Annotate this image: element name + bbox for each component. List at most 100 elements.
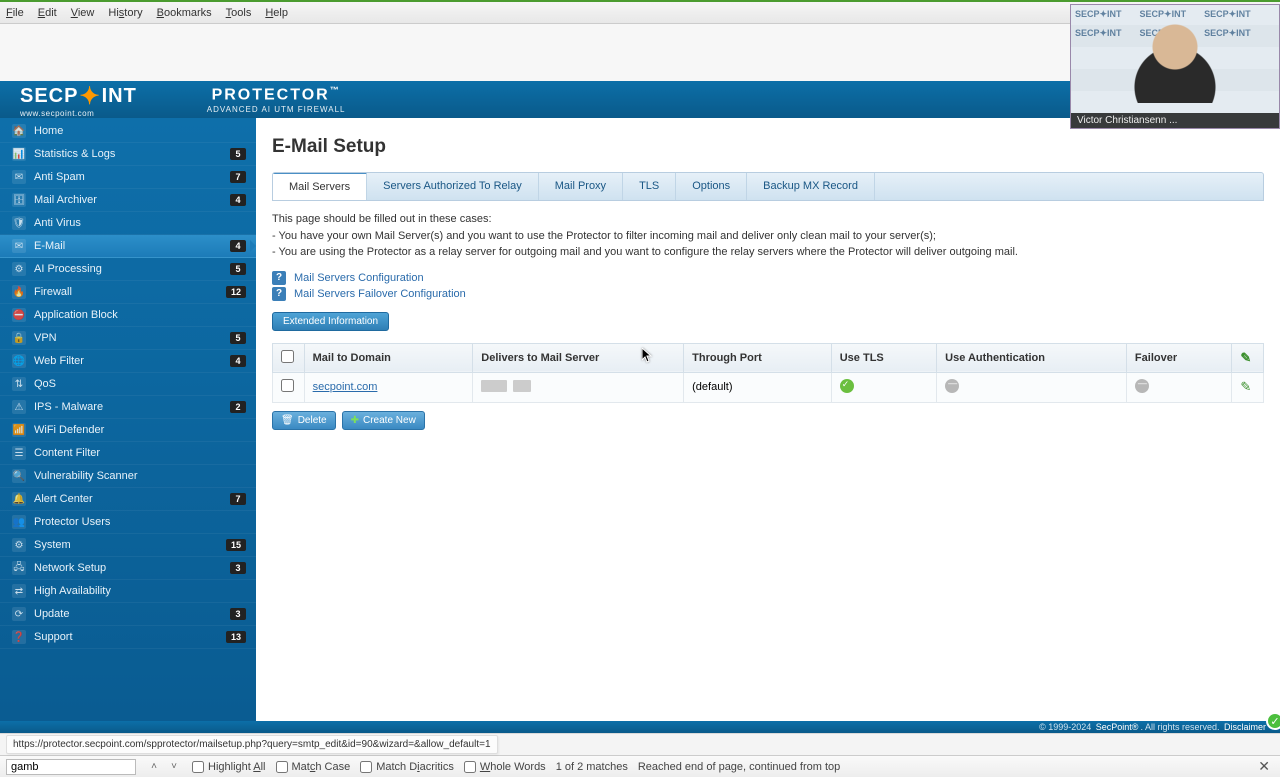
nav-label: IPS - Malware <box>34 401 103 413</box>
help-icon: ? <box>272 271 286 285</box>
nav-icon: 🌐 <box>12 354 26 368</box>
nav-label: WiFi Defender <box>34 424 104 436</box>
whole-words-option[interactable]: Whole Words <box>464 761 546 773</box>
sidebar-item-content-filter[interactable]: ☰Content Filter <box>0 442 256 465</box>
sidebar-item-wifi-defender[interactable]: 📶WiFi Defender <box>0 419 256 442</box>
delete-button[interactable]: Delete <box>272 411 336 430</box>
highlight-all-option[interactable]: Highlight All <box>192 761 266 773</box>
find-prev-icon[interactable]: ˄ <box>146 760 162 774</box>
sidebar-item-mail-archiver[interactable]: 🗄Mail Archiver4 <box>0 189 256 212</box>
menu-file[interactable]: FFileile <box>6 7 24 19</box>
sidebar-item-high-availability[interactable]: ⇄High Availability <box>0 580 256 603</box>
sidebar-item-ips-malware[interactable]: ⚠IPS - Malware2 <box>0 396 256 419</box>
nav-label: Home <box>34 125 63 137</box>
nav-icon: ⚠ <box>12 400 26 414</box>
menu-edit[interactable]: Edit <box>38 7 57 19</box>
nav-badge: 15 <box>226 539 246 551</box>
sidebar-item-protector-users[interactable]: 👥Protector Users <box>0 511 256 534</box>
edit-row-icon[interactable]: ✎ <box>1240 379 1251 394</box>
nav-icon: ☰ <box>12 446 26 460</box>
menu-bookmarks[interactable]: Bookmarks <box>157 7 212 19</box>
find-bar: ˄ ˅ Highlight All Match Case Match Diacr… <box>0 755 1280 777</box>
sidebar: 🏠 Home 📊 Statistics & Logs 5 ✉Anti Spam7 🗄 Mail… <box>0 118 256 721</box>
match-diacritics-option[interactable]: Match Diacritics <box>360 761 454 773</box>
table-row: secpoint.com (default) ✎ <box>273 372 1264 402</box>
sidebar-item-network-setup[interactable]: 🖧Network Setup3 <box>0 557 256 580</box>
sidebar-item-vulnerability-scanner[interactable]: 🔍Vulnerability Scanner <box>0 465 256 488</box>
find-close-icon[interactable]: ✕ <box>1254 758 1274 775</box>
nav-icon: 🔒 <box>12 331 26 345</box>
row-checkbox[interactable] <box>281 379 294 392</box>
nav-label: Support <box>34 631 73 643</box>
nav-badge: 7 <box>230 493 246 505</box>
sidebar-item-alert-center[interactable]: 🔔Alert Center7 <box>0 488 256 511</box>
nav-icon: ⚙ <box>12 538 26 552</box>
find-next-icon[interactable]: ˅ <box>166 760 182 774</box>
nav-badge: 5 <box>230 148 246 160</box>
menu-help[interactable]: Help <box>265 7 288 19</box>
sidebar-item-support[interactable]: ❓Support13 <box>0 626 256 649</box>
nav-icon: ⛔ <box>12 308 26 322</box>
footer-brand-link[interactable]: SecPoint® <box>1096 722 1139 732</box>
nav-icon: 📊 <box>12 147 26 161</box>
nav-label: E-Mail <box>34 240 65 252</box>
nav-icon: ⇅ <box>12 377 26 391</box>
tab-tls[interactable]: TLS <box>623 173 676 200</box>
nav-label: Firewall <box>34 286 72 298</box>
tab-servers-authorized-to-relay[interactable]: Servers Authorized To Relay <box>367 173 539 200</box>
help-icon: ? <box>272 287 286 301</box>
select-all-checkbox[interactable] <box>281 350 294 363</box>
sidebar-item-e-mail[interactable]: ✉E-Mail4 <box>0 235 256 258</box>
menu-history[interactable]: History <box>108 7 142 19</box>
sidebar-item-application-block[interactable]: ⛔Application Block <box>0 304 256 327</box>
nav-label: Web Filter <box>34 355 84 367</box>
nav-label: Protector Users <box>34 516 110 528</box>
tab-mail-proxy[interactable]: Mail Proxy <box>539 173 623 200</box>
nav-badge: 5 <box>230 332 246 344</box>
nav-icon: 🏠 <box>12 124 26 138</box>
nav-icon: 🗄 <box>12 193 26 207</box>
sidebar-item-system[interactable]: ⚙System15 <box>0 534 256 557</box>
nav-badge: 4 <box>230 240 246 252</box>
tab-mail-servers[interactable]: Mail Servers <box>273 172 367 200</box>
sidebar-item-statistics-logs[interactable]: 📊 Statistics & Logs 5 <box>0 143 256 166</box>
column-header: Failover <box>1126 343 1231 372</box>
nav-label: Network Setup <box>34 562 106 574</box>
sidebar-item-home[interactable]: 🏠 Home <box>0 120 256 143</box>
menu-tools[interactable]: Tools <box>226 7 252 19</box>
sidebar-item-vpn[interactable]: 🔒VPN5 <box>0 327 256 350</box>
sidebar-item-ai-processing[interactable]: ⚙AI Processing5 <box>0 258 256 281</box>
tab-options[interactable]: Options <box>676 173 747 200</box>
disclaimer-link[interactable]: Disclaimer <box>1224 722 1266 732</box>
status-check-icon: ✓ <box>1266 712 1280 730</box>
create-new-button[interactable]: Create New <box>342 411 425 430</box>
column-header: Use Authentication <box>937 343 1127 372</box>
sidebar-item-update[interactable]: ⟳Update3 <box>0 603 256 626</box>
tab-backup-mx-record[interactable]: Backup MX Record <box>747 173 875 200</box>
dash-icon <box>945 379 959 393</box>
sidebar-item-firewall[interactable]: 🔥Firewall12 <box>0 281 256 304</box>
sidebar-item-web-filter[interactable]: 🌐Web Filter4 <box>0 350 256 373</box>
menu-view[interactable]: View <box>71 7 95 19</box>
nav-label: Mail Archiver <box>34 194 97 206</box>
find-input[interactable] <box>6 759 136 775</box>
status-bar: https://protector.secpoint.com/spprotect… <box>0 733 1280 755</box>
port-cell: (default) <box>684 372 832 402</box>
extended-info-button[interactable]: Extended Information <box>272 312 389 331</box>
column-header: ✎ <box>1232 343 1264 372</box>
page-description: This page should be filled out in these … <box>272 211 1264 261</box>
video-caption: Victor Christiansenn ... <box>1071 113 1279 128</box>
sidebar-item-anti-spam[interactable]: ✉Anti Spam7 <box>0 166 256 189</box>
nav-icon: ⚙ <box>12 262 26 276</box>
sidebar-item-anti-virus[interactable]: 🛡Anti Virus <box>0 212 256 235</box>
sidebar-item-qos[interactable]: ⇅QoS <box>0 373 256 396</box>
domain-link[interactable]: secpoint.com <box>313 381 378 393</box>
nav-icon: 🔔 <box>12 492 26 506</box>
help-link[interactable]: Mail Servers Configuration <box>294 272 424 284</box>
nav-label: Statistics & Logs <box>34 148 115 160</box>
hover-url: https://protector.secpoint.com/spprotect… <box>6 735 498 754</box>
column-header: Mail to Domain <box>304 343 473 372</box>
match-case-option[interactable]: Match Case <box>276 761 351 773</box>
edit-column-icon: ✎ <box>1240 350 1251 365</box>
help-link[interactable]: Mail Servers Failover Configuration <box>294 288 466 300</box>
